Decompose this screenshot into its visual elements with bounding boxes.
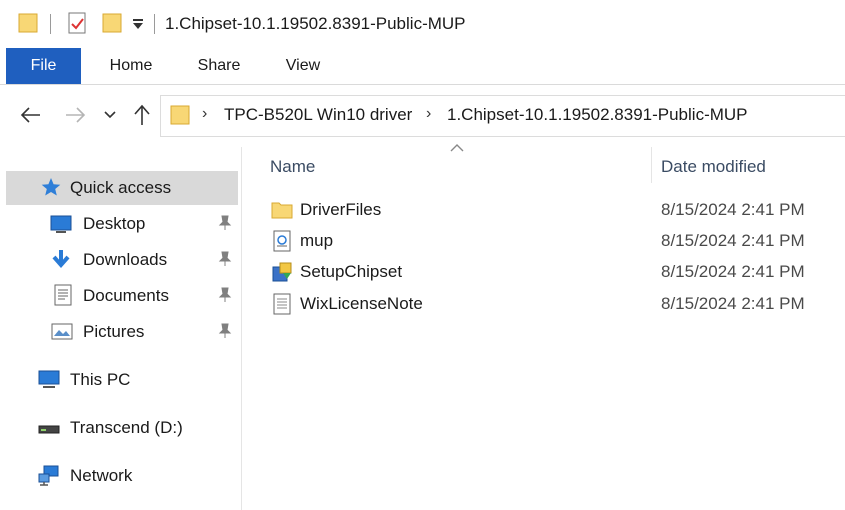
tab-view[interactable]: View: [268, 48, 338, 84]
navigation-pane: Quick access Desktop Downloads Documents: [0, 147, 242, 510]
column-divider[interactable]: [651, 147, 652, 183]
file-row-driverfiles[interactable]: DriverFiles 8/15/2024 2:41 PM: [265, 195, 845, 225]
sidebar-item-label: Network: [70, 466, 133, 485]
file-row-setupchipset[interactable]: SetupChipset 8/15/2024 2:41 PM: [265, 257, 845, 287]
settings-file-icon: [273, 230, 291, 252]
sidebar-item-label: Desktop: [83, 214, 146, 233]
desktop-icon: [50, 215, 72, 233]
document-icon: [54, 284, 72, 306]
sort-ascending-icon: [450, 144, 464, 152]
properties-icon[interactable]: [66, 12, 88, 34]
title-bar: 1.Chipset-10.1.19502.8391-Public-MUP: [0, 0, 845, 48]
navigation-bar: › TPC-B520L Win10 driver › 1.Chipset-10.…: [0, 85, 845, 147]
recent-locations-button[interactable]: [104, 110, 116, 120]
file-row-mup[interactable]: mup 8/15/2024 2:41 PM: [265, 226, 845, 256]
pane-divider[interactable]: [241, 147, 242, 510]
tab-file[interactable]: File: [6, 48, 81, 84]
breadcrumb-item[interactable]: TPC-B520L Win10 driver: [224, 105, 412, 125]
sidebar-item-label: This PC: [70, 370, 131, 389]
pin-icon: [218, 323, 232, 338]
forward-button[interactable]: [64, 105, 86, 125]
new-folder-icon[interactable]: [102, 12, 122, 34]
file-date-modified: 8/15/2024 2:41 PM: [661, 200, 805, 219]
column-header-name[interactable]: Name: [270, 157, 315, 177]
file-name: DriverFiles: [300, 200, 382, 219]
sidebar-item-label: Quick access: [70, 178, 172, 197]
file-name: WixLicenseNote: [300, 294, 423, 313]
sidebar-item-label: Pictures: [83, 322, 145, 341]
pin-icon: [218, 215, 232, 230]
tab-share[interactable]: Share: [184, 48, 254, 84]
sidebar-item-desktop[interactable]: Desktop: [6, 207, 238, 241]
star-icon: [41, 178, 61, 196]
breadcrumb-separator-icon[interactable]: ›: [202, 105, 207, 123]
sidebar-item-quick-access[interactable]: Quick access: [6, 171, 238, 205]
breadcrumb-separator-icon[interactable]: ›: [426, 105, 431, 123]
file-date-modified: 8/15/2024 2:41 PM: [661, 262, 805, 281]
picture-icon: [51, 323, 73, 340]
sidebar-item-label: Transcend (D:): [70, 418, 183, 437]
file-name: mup: [300, 231, 334, 250]
sidebar-item-label: Downloads: [83, 250, 168, 269]
installer-icon: [272, 262, 292, 282]
download-icon: [52, 250, 70, 269]
pin-icon: [218, 287, 232, 302]
sidebar-item-documents[interactable]: Documents: [6, 279, 238, 313]
up-button[interactable]: [132, 104, 152, 126]
computer-icon: [38, 370, 60, 388]
file-date-modified: 8/15/2024 2:41 PM: [661, 231, 805, 250]
file-date-modified: 8/15/2024 2:41 PM: [661, 294, 805, 313]
breadcrumb-item[interactable]: 1.Chipset-10.1.19502.8391-Public-MUP: [447, 105, 748, 125]
back-button[interactable]: [20, 105, 42, 125]
address-bar[interactable]: › TPC-B520L Win10 driver › 1.Chipset-10.…: [160, 95, 845, 137]
separator: [154, 14, 155, 34]
sidebar-item-transcend[interactable]: Transcend (D:): [6, 411, 238, 445]
file-name: SetupChipset: [300, 262, 403, 281]
folder-icon: [170, 105, 190, 125]
text-file-icon: [273, 293, 291, 315]
file-row-wixlicensenote[interactable]: WixLicenseNote 8/15/2024 2:41 PM: [265, 289, 845, 319]
ribbon: File Home Share View: [0, 48, 845, 85]
tab-home[interactable]: Home: [96, 48, 166, 84]
separator: [50, 14, 51, 34]
sidebar-item-label: Documents: [83, 286, 169, 305]
pin-icon: [218, 251, 232, 266]
network-icon: [38, 465, 59, 486]
folder-icon: [271, 202, 293, 219]
sidebar-item-this-pc[interactable]: This PC: [6, 363, 238, 397]
customize-toolbar-icon[interactable]: [132, 17, 144, 31]
sidebar-item-network[interactable]: Network: [6, 459, 238, 493]
folder-icon[interactable]: [18, 12, 38, 34]
column-header-date-modified[interactable]: Date modified: [661, 157, 766, 177]
sidebar-item-pictures[interactable]: Pictures: [6, 315, 238, 349]
window-title: 1.Chipset-10.1.19502.8391-Public-MUP: [165, 14, 466, 33]
drive-icon: [38, 425, 60, 434]
sidebar-item-downloads[interactable]: Downloads: [6, 243, 238, 277]
